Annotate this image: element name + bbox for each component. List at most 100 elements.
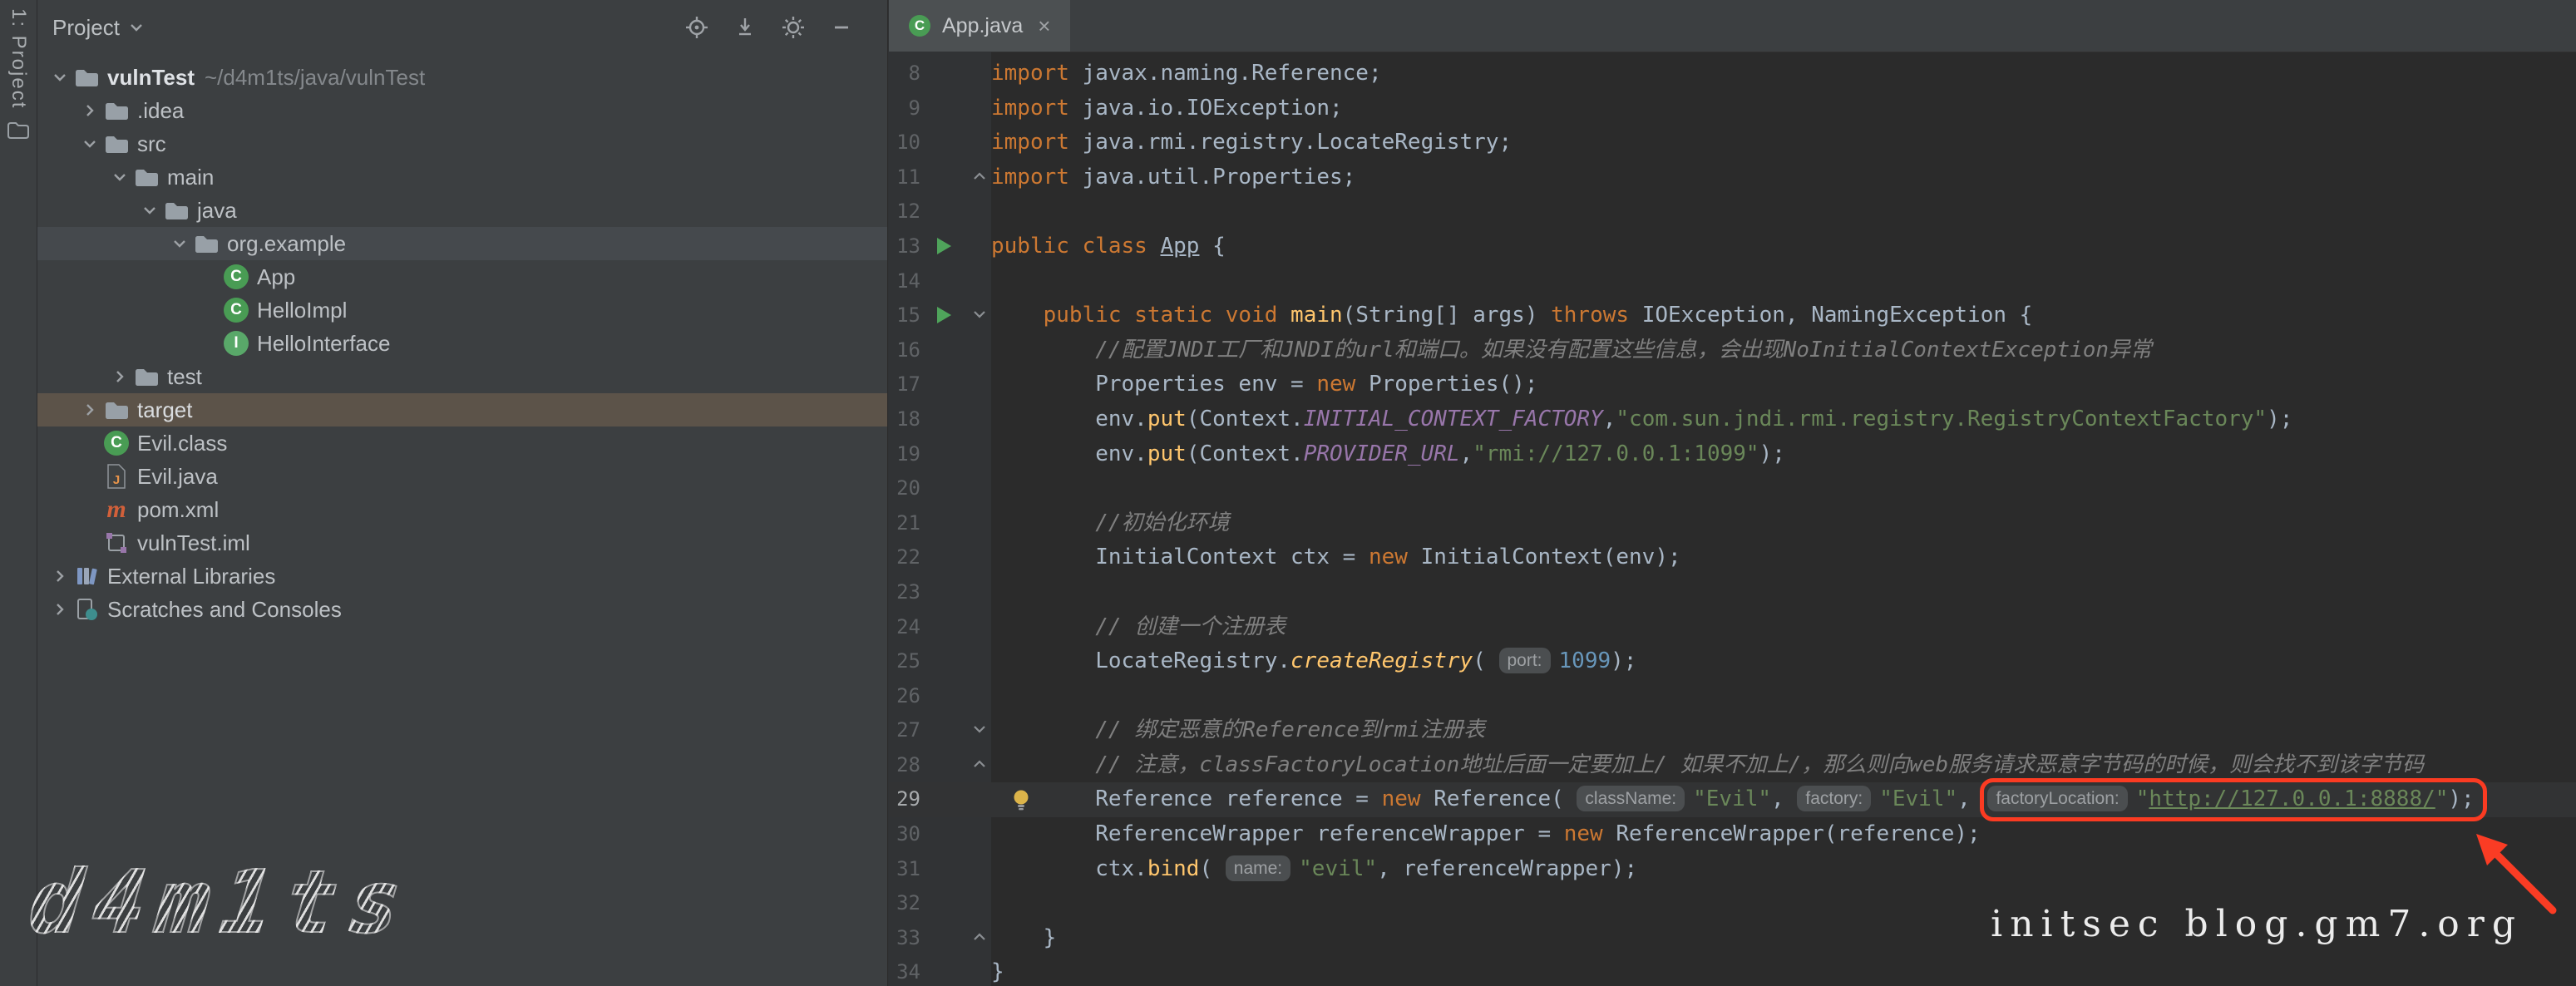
run-button[interactable] xyxy=(937,307,951,323)
chevron-down-icon[interactable] xyxy=(167,234,192,253)
tree-item-evil-class[interactable]: CEvil.class xyxy=(37,426,887,460)
code-line-19[interactable]: 19 env.put(Context.PROVIDER_URL,"rmi://1… xyxy=(889,437,2576,472)
run-button[interactable] xyxy=(937,238,951,254)
editor-area: C App.java × 8import javax.naming.Refere… xyxy=(888,0,2576,986)
line-number[interactable]: 32 xyxy=(889,886,920,921)
line-number[interactable]: 9 xyxy=(889,91,920,126)
line-number[interactable]: 21 xyxy=(889,506,920,541)
chevron-right-icon[interactable] xyxy=(77,101,102,120)
chevron-down-icon[interactable] xyxy=(77,135,102,153)
code-line-8[interactable]: 8import javax.naming.Reference; xyxy=(889,57,2576,91)
code-line-16[interactable]: 16 //配置JNDI工厂和JNDI的url和端口。如果没有配置这些信息，会出现… xyxy=(889,333,2576,368)
line-number[interactable]: 15 xyxy=(889,298,920,333)
line-number[interactable]: 31 xyxy=(889,852,920,887)
fold-down-icon[interactable] xyxy=(972,723,987,735)
code-token: "Evil" xyxy=(1693,786,1771,811)
tree-item-target[interactable]: target xyxy=(37,393,887,426)
tree-item-idea[interactable]: .idea xyxy=(37,94,887,127)
line-number[interactable]: 33 xyxy=(889,921,920,956)
code-area[interactable]: 8import javax.naming.Reference;9import j… xyxy=(889,52,2576,986)
line-number[interactable]: 24 xyxy=(889,610,920,645)
tree-item-external-libraries[interactable]: External Libraries xyxy=(37,560,887,593)
line-number[interactable]: 14 xyxy=(889,264,920,299)
line-number[interactable]: 8 xyxy=(889,57,920,91)
chevron-down-icon[interactable] xyxy=(107,168,132,186)
chevron-right-icon[interactable] xyxy=(47,567,72,585)
code-line-17[interactable]: 17 Properties env = new Properties(); xyxy=(889,367,2576,402)
tree-item-scratches-and-consoles[interactable]: Scratches and Consoles xyxy=(37,593,887,626)
code-line-34[interactable]: 34} xyxy=(889,955,2576,986)
tree-item-pom-xml[interactable]: mpom.xml xyxy=(37,493,887,526)
code-line-27[interactable]: 27 // 绑定恶意的Reference到rmi注册表 xyxy=(889,713,2576,748)
code-line-21[interactable]: 21 //初始化环境 xyxy=(889,506,2576,541)
line-number[interactable]: 28 xyxy=(889,748,920,783)
line-number[interactable]: 23 xyxy=(889,575,920,610)
line-number[interactable]: 27 xyxy=(889,713,920,748)
tree-item-hellointerface[interactable]: IHelloInterface xyxy=(37,327,887,360)
code-line-23[interactable]: 23 xyxy=(889,575,2576,610)
fold-up-icon[interactable] xyxy=(972,931,987,943)
code-line-14[interactable]: 14 xyxy=(889,264,2576,299)
code-line-9[interactable]: 9import java.io.IOException; xyxy=(889,91,2576,126)
line-number[interactable]: 17 xyxy=(889,367,920,402)
code-line-10[interactable]: 10import java.rmi.registry.LocateRegistr… xyxy=(889,126,2576,160)
settings-gear-icon[interactable] xyxy=(781,15,806,40)
gutter: 33 xyxy=(889,921,991,956)
line-number[interactable]: 19 xyxy=(889,437,920,472)
chevron-right-icon[interactable] xyxy=(107,367,132,386)
collapse-all-icon[interactable] xyxy=(733,15,758,40)
chevron-right-icon[interactable] xyxy=(47,600,72,619)
line-number[interactable]: 25 xyxy=(889,644,920,679)
gutter: 34 xyxy=(889,955,991,986)
tree-item-helloimpl[interactable]: CHelloImpl xyxy=(37,293,887,327)
tree-item-vulntest-iml[interactable]: vulnTest.iml xyxy=(37,526,887,560)
code-line-12[interactable]: 12 xyxy=(889,195,2576,229)
line-number[interactable]: 10 xyxy=(889,126,920,160)
project-view-dropdown[interactable]: Project xyxy=(52,15,145,41)
code-line-15[interactable]: 15 public static void main(String[] args… xyxy=(889,298,2576,333)
tree-item-java[interactable]: java xyxy=(37,194,887,227)
tab-app-java[interactable]: C App.java × xyxy=(889,0,1070,52)
hide-panel-icon[interactable] xyxy=(829,15,854,40)
line-number[interactable]: 22 xyxy=(889,540,920,575)
tree-item-src[interactable]: src xyxy=(37,127,887,160)
fold-down-icon[interactable] xyxy=(972,308,987,320)
tree-item-main[interactable]: main xyxy=(37,160,887,194)
tree-item-app[interactable]: CApp xyxy=(37,260,887,293)
line-number[interactable]: 18 xyxy=(889,402,920,437)
chevron-down-icon[interactable] xyxy=(47,68,72,86)
line-number[interactable]: 11 xyxy=(889,160,920,195)
line-number[interactable]: 20 xyxy=(889,471,920,506)
chevron-right-icon[interactable] xyxy=(77,401,102,419)
code-line-24[interactable]: 24 // 创建一个注册表 xyxy=(889,610,2576,645)
code-line-11[interactable]: 11import java.util.Properties; xyxy=(889,160,2576,195)
chevron-down-icon[interactable] xyxy=(137,201,162,219)
tree-item-test[interactable]: test xyxy=(37,360,887,393)
code-line-13[interactable]: 13public class App { xyxy=(889,229,2576,264)
locate-opened-file-icon[interactable] xyxy=(684,15,709,40)
code-line-20[interactable]: 20 xyxy=(889,471,2576,506)
tool-window-button-project[interactable]: 1: Project xyxy=(7,8,30,109)
fold-up-icon[interactable] xyxy=(972,170,987,182)
close-icon[interactable]: × xyxy=(1038,13,1050,39)
tree-item-org-example[interactable]: org.example xyxy=(37,227,887,260)
line-number[interactable]: 16 xyxy=(889,333,920,368)
code-line-28[interactable]: 28 // 注意，classFactoryLocation地址后面一定要加上/ … xyxy=(889,748,2576,783)
code-line-26[interactable]: 26 xyxy=(889,679,2576,714)
line-number[interactable]: 26 xyxy=(889,679,920,714)
code-line-31[interactable]: 31 ctx.bind( name:"evil", referenceWrapp… xyxy=(889,852,2576,887)
tree-item-vulntest[interactable]: vulnTest~/d4m1ts/java/vulnTest xyxy=(37,61,887,94)
code-line-30[interactable]: 30 ReferenceWrapper referenceWrapper = n… xyxy=(889,817,2576,852)
code-line-29[interactable]: 29 Reference reference = new Reference( … xyxy=(889,782,2576,817)
code-line-25[interactable]: 25 LocateRegistry.createRegistry( port:1… xyxy=(889,644,2576,679)
line-number[interactable]: 30 xyxy=(889,817,920,852)
code-line-18[interactable]: 18 env.put(Context.INITIAL_CONTEXT_FACTO… xyxy=(889,402,2576,437)
line-number[interactable]: 12 xyxy=(889,195,920,229)
fold-up-icon[interactable] xyxy=(972,758,987,770)
line-number[interactable]: 29 xyxy=(889,782,920,817)
line-number[interactable]: 34 xyxy=(889,955,920,986)
tree-item-evil-java[interactable]: JEvil.java xyxy=(37,460,887,493)
line-number[interactable]: 13 xyxy=(889,229,920,264)
code-line-22[interactable]: 22 InitialContext ctx = new InitialConte… xyxy=(889,540,2576,575)
project-tool-icon[interactable] xyxy=(7,121,30,145)
